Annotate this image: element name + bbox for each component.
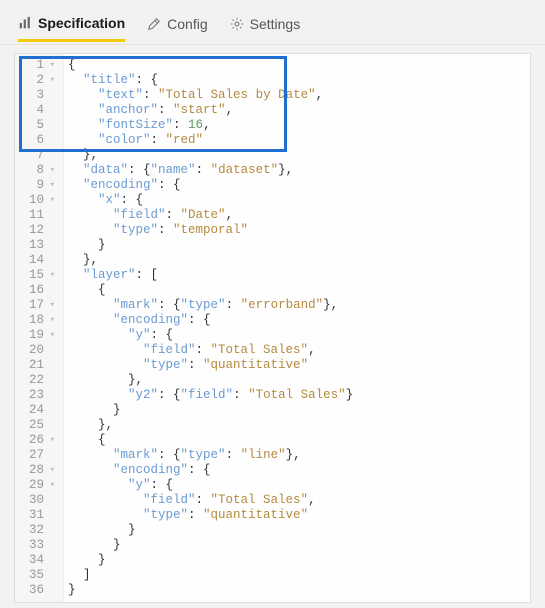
code-line[interactable]: "mark": {"type": "line"}, [68, 448, 530, 463]
line-number: 5 [21, 118, 55, 133]
line-number: 19▾ [21, 328, 55, 343]
code-line[interactable]: "color": "red" [68, 133, 530, 148]
code-line[interactable]: }, [68, 373, 530, 388]
tab-label: Specification [38, 15, 125, 31]
line-number: 18▾ [21, 313, 55, 328]
tab-config[interactable]: Config [147, 12, 207, 40]
line-number: 3 [21, 88, 55, 103]
line-number: 1▾ [21, 58, 55, 73]
line-number: 36 [21, 583, 55, 598]
line-number: 13 [21, 238, 55, 253]
code-line[interactable]: "y2": {"field": "Total Sales"} [68, 388, 530, 403]
code-line[interactable]: "title": { [68, 73, 530, 88]
code-line[interactable]: "y": { [68, 478, 530, 493]
code-line[interactable]: "fontSize": 16, [68, 118, 530, 133]
line-number: 11 [21, 208, 55, 223]
code-editor[interactable]: 1▾2▾345678▾9▾10▾1112131415▾1617▾18▾19▾20… [14, 53, 531, 603]
code-line[interactable]: "field": "Total Sales", [68, 343, 530, 358]
line-number: 31 [21, 508, 55, 523]
code-area[interactable]: { "title": { "text": "Total Sales by Dat… [64, 54, 530, 602]
code-line[interactable]: "field": "Total Sales", [68, 493, 530, 508]
line-number: 24 [21, 403, 55, 418]
code-line[interactable]: "encoding": { [68, 178, 530, 193]
line-number: 22 [21, 373, 55, 388]
code-line[interactable]: "mark": {"type": "errorband"}, [68, 298, 530, 313]
code-line[interactable]: "anchor": "start", [68, 103, 530, 118]
code-line[interactable]: { [68, 433, 530, 448]
code-line[interactable]: } [68, 583, 530, 598]
tabs-bar: Specification Config Settings [0, 0, 545, 45]
code-line[interactable]: ] [68, 568, 530, 583]
line-number: 8▾ [21, 163, 55, 178]
code-line[interactable]: "type": "quantitative" [68, 358, 530, 373]
code-line[interactable]: "x": { [68, 193, 530, 208]
code-line[interactable]: "text": "Total Sales by Date", [68, 88, 530, 103]
line-number: 15▾ [21, 268, 55, 283]
code-line[interactable]: "encoding": { [68, 463, 530, 478]
line-number: 28▾ [21, 463, 55, 478]
code-line[interactable]: }, [68, 148, 530, 163]
code-line[interactable]: } [68, 553, 530, 568]
code-line[interactable]: { [68, 58, 530, 73]
code-line[interactable]: "layer": [ [68, 268, 530, 283]
tab-label: Settings [250, 16, 301, 32]
bar-chart-icon [18, 16, 32, 30]
line-number: 2▾ [21, 73, 55, 88]
code-line[interactable]: "encoding": { [68, 313, 530, 328]
line-number: 26▾ [21, 433, 55, 448]
code-line[interactable]: }, [68, 253, 530, 268]
line-gutter: 1▾2▾345678▾9▾10▾1112131415▾1617▾18▾19▾20… [15, 54, 64, 602]
line-number: 21 [21, 358, 55, 373]
code-line[interactable]: }, [68, 418, 530, 433]
line-number: 16 [21, 283, 55, 298]
code-line[interactable]: } [68, 403, 530, 418]
line-number: 32 [21, 523, 55, 538]
line-number: 9▾ [21, 178, 55, 193]
line-number: 33 [21, 538, 55, 553]
line-number: 25 [21, 418, 55, 433]
line-number: 6 [21, 133, 55, 148]
code-line[interactable]: "type": "quantitative" [68, 508, 530, 523]
tab-specification[interactable]: Specification [18, 11, 125, 42]
line-number: 7 [21, 148, 55, 163]
gear-icon [230, 17, 244, 31]
code-line[interactable]: } [68, 538, 530, 553]
line-number: 35 [21, 568, 55, 583]
line-number: 17▾ [21, 298, 55, 313]
line-number: 30 [21, 493, 55, 508]
tab-settings[interactable]: Settings [230, 12, 301, 40]
line-number: 34 [21, 553, 55, 568]
tab-label: Config [167, 16, 207, 32]
line-number: 23 [21, 388, 55, 403]
line-number: 14 [21, 253, 55, 268]
code-line[interactable]: { [68, 283, 530, 298]
wrench-icon [147, 17, 161, 31]
code-line[interactable]: } [68, 523, 530, 538]
line-number: 12 [21, 223, 55, 238]
code-line[interactable]: } [68, 238, 530, 253]
code-line[interactable]: "data": {"name": "dataset"}, [68, 163, 530, 178]
line-number: 29▾ [21, 478, 55, 493]
line-number: 4 [21, 103, 55, 118]
line-number: 10▾ [21, 193, 55, 208]
code-line[interactable]: "y": { [68, 328, 530, 343]
line-number: 27 [21, 448, 55, 463]
code-line[interactable]: "type": "temporal" [68, 223, 530, 238]
code-line[interactable]: "field": "Date", [68, 208, 530, 223]
line-number: 20 [21, 343, 55, 358]
